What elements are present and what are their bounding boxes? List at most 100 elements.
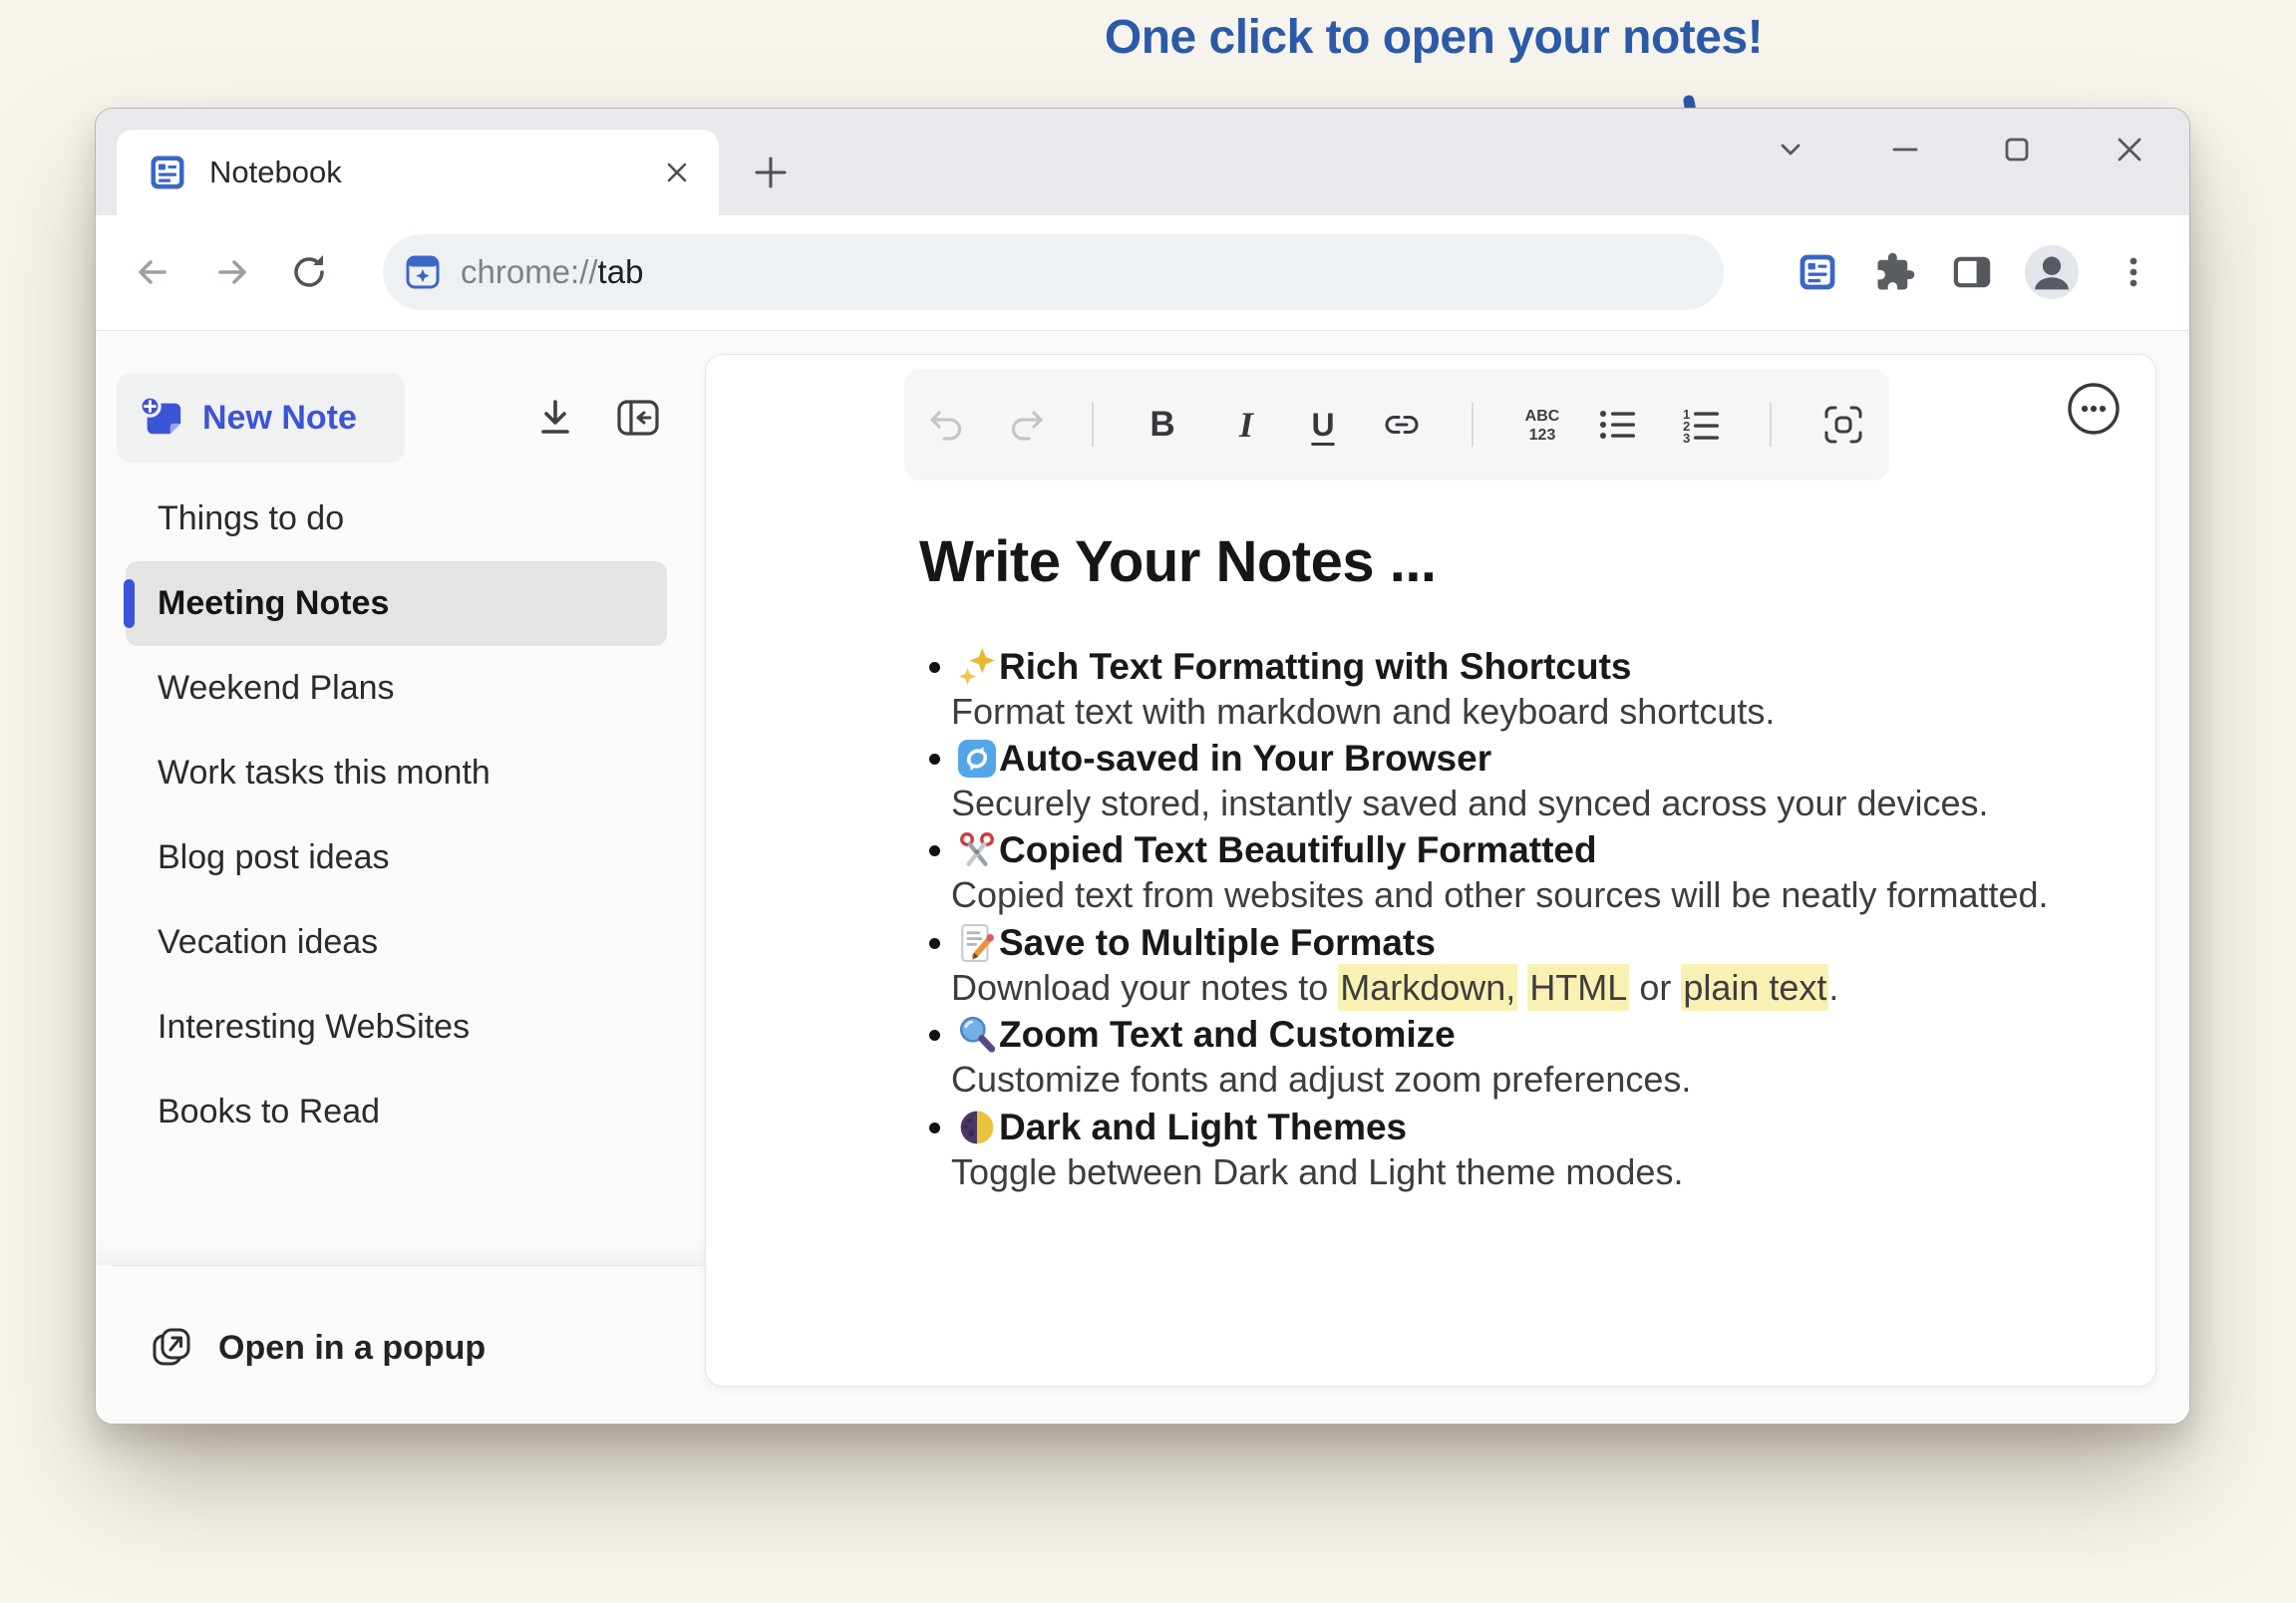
pinned-notebook-extension-icon[interactable] xyxy=(1790,244,1845,300)
feature-title: Auto-saved in Your Browser xyxy=(999,738,1492,779)
italic-icon[interactable]: I xyxy=(1218,397,1274,453)
bullet-dot xyxy=(929,1030,940,1041)
highlight-plain-text: plain text xyxy=(1681,964,1829,1011)
numbered-list-icon[interactable]: 1 2 3 xyxy=(1673,397,1729,453)
bullet-dot xyxy=(929,662,940,673)
toolbar-divider xyxy=(1472,403,1474,447)
site-notebook-sparkle-icon xyxy=(406,255,440,289)
feature-desc: Copied text from websites and other sour… xyxy=(951,874,2049,915)
note-editor-card: B I U ABC 123 1 2 3 Write Your Notes ...… xyxy=(705,354,2156,1387)
forward-icon[interactable] xyxy=(205,244,261,300)
highlight-markdown: Markdown, xyxy=(1338,964,1518,1011)
highlight-html: HTML xyxy=(1527,964,1630,1011)
note-item-weekend-plans[interactable]: Weekend Plans xyxy=(126,646,667,731)
feature-title: Zoom Text and Customize xyxy=(999,1014,1456,1055)
editor-area: B I U ABC 123 1 2 3 Write Your Notes ...… xyxy=(705,331,2189,1424)
bullet-dot xyxy=(929,845,940,856)
note-item-work-tasks[interactable]: Work tasks this month xyxy=(126,731,667,815)
extensions-puzzle-icon[interactable] xyxy=(1867,244,1923,300)
browser-toolbar: chrome://tab xyxy=(96,215,2189,330)
browser-window: Notebook chrome://tab New Note Things to… xyxy=(95,108,2190,1425)
undo-icon[interactable] xyxy=(919,397,975,453)
sync-icon xyxy=(958,740,996,778)
feature-title: Save to Multiple Formats xyxy=(999,922,1436,963)
feature-rich-text: Rich Text Formatting with Shortcuts Form… xyxy=(927,643,2106,737)
note-item-books-to-read[interactable]: Books to Read xyxy=(126,1070,667,1154)
half-moon-icon xyxy=(960,1111,994,1144)
note-item-things-to-do[interactable]: Things to do xyxy=(126,477,667,561)
feature-auto-saved: Auto-saved in Your Browser Securely stor… xyxy=(927,735,2106,828)
feature-zoom-customize: Zoom Text and Customize Customize fonts … xyxy=(927,1011,2106,1105)
memo-icon xyxy=(961,924,994,962)
profile-avatar[interactable] xyxy=(2024,244,2080,300)
sparkles-icon xyxy=(959,648,995,685)
note-item-blog-post-ideas[interactable]: Blog post ideas xyxy=(126,815,667,900)
feature-copied-text: Copied Text Beautifully Formatted Copied… xyxy=(927,826,2106,920)
toolbar-divider xyxy=(1770,403,1772,447)
address-bar[interactable]: chrome://tab xyxy=(383,234,1724,310)
spellcheck-abc-123-icon[interactable]: ABC 123 xyxy=(1514,397,1570,453)
svg-text:ABC: ABC xyxy=(1525,408,1560,425)
magnifier-icon xyxy=(959,1016,996,1053)
reload-icon[interactable] xyxy=(281,244,337,300)
window-chevron-down-icon[interactable] xyxy=(1771,130,1810,169)
tab-notebook[interactable]: Notebook xyxy=(117,130,719,215)
link-icon[interactable] xyxy=(1374,397,1430,453)
svg-text:3: 3 xyxy=(1683,431,1690,446)
feature-desc: Securely stored, instantly saved and syn… xyxy=(951,783,1989,823)
feature-desc: Download your notes to Markdown, HTML or… xyxy=(951,964,1838,1011)
window-maximize-icon[interactable] xyxy=(1997,130,2037,169)
redo-icon[interactable] xyxy=(998,397,1054,453)
sidebar-divider xyxy=(111,1265,703,1266)
back-icon[interactable] xyxy=(124,244,179,300)
feature-title: Rich Text Formatting with Shortcuts xyxy=(999,646,1632,687)
bullet-dot xyxy=(929,1122,940,1133)
feature-dark-light-themes: Dark and Light Themes Toggle between Dar… xyxy=(927,1104,2106,1197)
open-in-popup-button[interactable]: Open in a popup xyxy=(149,1324,486,1372)
new-note-label: New Note xyxy=(202,398,357,437)
feature-desc: Toggle between Dark and Light theme mode… xyxy=(951,1151,1684,1192)
svg-text:123: 123 xyxy=(1529,427,1556,444)
note-item-vecation-ideas[interactable]: Vecation ideas xyxy=(126,900,667,985)
bold-icon[interactable]: B xyxy=(1135,397,1190,453)
bullet-dot xyxy=(929,754,940,765)
open-popup-icon xyxy=(153,1328,190,1366)
tab-title: Notebook xyxy=(209,155,342,189)
window-close-icon[interactable] xyxy=(2110,130,2149,169)
toolbar-divider xyxy=(1092,403,1094,447)
feature-desc: Customize fonts and adjust zoom preferen… xyxy=(951,1059,1692,1100)
feature-desc: Format text with markdown and keyboard s… xyxy=(951,691,1776,732)
feature-save-formats: Save to Multiple Formats Download your n… xyxy=(927,919,2106,1013)
more-options-icon[interactable] xyxy=(2066,381,2122,437)
scissors-icon xyxy=(960,832,994,866)
extension-page: New Note Things to do Meeting Notes Week… xyxy=(96,330,2189,1424)
download-notes-icon[interactable] xyxy=(527,390,583,446)
underline-icon[interactable]: U xyxy=(1295,397,1351,453)
note-item-meeting-notes[interactable]: Meeting Notes xyxy=(124,561,667,646)
side-panel-icon[interactable] xyxy=(1944,244,2000,300)
new-note-button[interactable]: New Note xyxy=(117,373,405,463)
annotation-headline: One click to open your notes! xyxy=(1104,11,1764,64)
tab-strip: Notebook xyxy=(96,109,2189,215)
sidebar-footer-fade xyxy=(96,1245,705,1265)
collapse-sidebar-icon[interactable] xyxy=(610,390,666,446)
note-item-interesting-websites[interactable]: Interesting WebSites xyxy=(126,985,667,1070)
new-tab-button[interactable] xyxy=(743,145,799,200)
url-text[interactable]: chrome://tab xyxy=(461,253,643,291)
new-note-icon xyxy=(139,395,181,435)
menu-kebab-icon[interactable] xyxy=(2106,244,2161,300)
notebook-favicon-icon xyxy=(151,156,184,189)
bulleted-list-icon[interactable] xyxy=(1589,397,1645,453)
focus-mode-icon[interactable] xyxy=(1815,397,1871,453)
selected-indicator xyxy=(124,579,135,628)
window-minimize-icon[interactable] xyxy=(1885,130,1925,169)
editor-toolbar: B I U ABC 123 1 2 3 xyxy=(904,369,1889,481)
notes-sidebar: New Note Things to do Meeting Notes Week… xyxy=(96,331,705,1424)
bullet-dot xyxy=(929,938,940,949)
note-heading: Write Your Notes ... xyxy=(919,529,1437,594)
feature-title: Copied Text Beautifully Formatted xyxy=(999,829,1597,870)
tab-close-icon[interactable] xyxy=(657,153,697,192)
open-popup-label: Open in a popup xyxy=(218,1328,487,1367)
feature-title: Dark and Light Themes xyxy=(999,1107,1408,1147)
note-list: Things to do Meeting Notes Weekend Plans… xyxy=(96,477,705,1154)
